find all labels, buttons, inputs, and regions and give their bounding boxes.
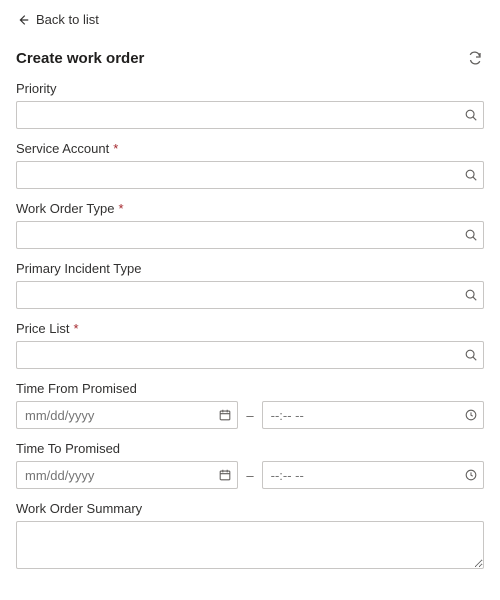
service-account-input[interactable] xyxy=(16,161,484,189)
field-time-to-promised: Time To Promised – xyxy=(16,441,484,489)
time-to-date-input[interactable] xyxy=(16,461,238,489)
field-priority: Priority xyxy=(16,81,484,129)
work-order-summary-input[interactable] xyxy=(16,521,484,569)
datetime-separator: – xyxy=(246,408,253,423)
priority-label: Priority xyxy=(16,81,484,96)
required-marker: * xyxy=(119,201,124,216)
field-time-from-promised: Time From Promised – xyxy=(16,381,484,429)
work-order-summary-label: Work Order Summary xyxy=(16,501,484,516)
time-from-date-input[interactable] xyxy=(16,401,238,429)
field-work-order-summary: Work Order Summary xyxy=(16,501,484,572)
time-to-promised-label: Time To Promised xyxy=(16,441,484,456)
field-service-account: Service Account * xyxy=(16,141,484,189)
arrow-left-icon xyxy=(16,13,30,27)
field-price-list: Price List * xyxy=(16,321,484,369)
refresh-icon xyxy=(467,50,483,66)
primary-incident-type-input[interactable] xyxy=(16,281,484,309)
field-work-order-type: Work Order Type * xyxy=(16,201,484,249)
primary-incident-type-label: Primary Incident Type xyxy=(16,261,484,276)
page-title: Create work order xyxy=(16,50,144,67)
datetime-separator: – xyxy=(246,468,253,483)
required-marker: * xyxy=(73,321,78,336)
price-list-input[interactable] xyxy=(16,341,484,369)
time-from-promised-label: Time From Promised xyxy=(16,381,484,396)
form-header: Create work order xyxy=(16,49,484,67)
required-marker: * xyxy=(113,141,118,156)
refresh-button[interactable] xyxy=(466,49,484,67)
work-order-type-input[interactable] xyxy=(16,221,484,249)
priority-input[interactable] xyxy=(16,101,484,129)
back-to-list-link[interactable]: Back to list xyxy=(16,12,484,27)
back-to-list-label: Back to list xyxy=(36,12,99,27)
price-list-label: Price List * xyxy=(16,321,484,336)
time-from-time-input[interactable] xyxy=(262,401,484,429)
time-to-time-input[interactable] xyxy=(262,461,484,489)
work-order-type-label: Work Order Type * xyxy=(16,201,484,216)
service-account-label: Service Account * xyxy=(16,141,484,156)
field-primary-incident-type: Primary Incident Type xyxy=(16,261,484,309)
